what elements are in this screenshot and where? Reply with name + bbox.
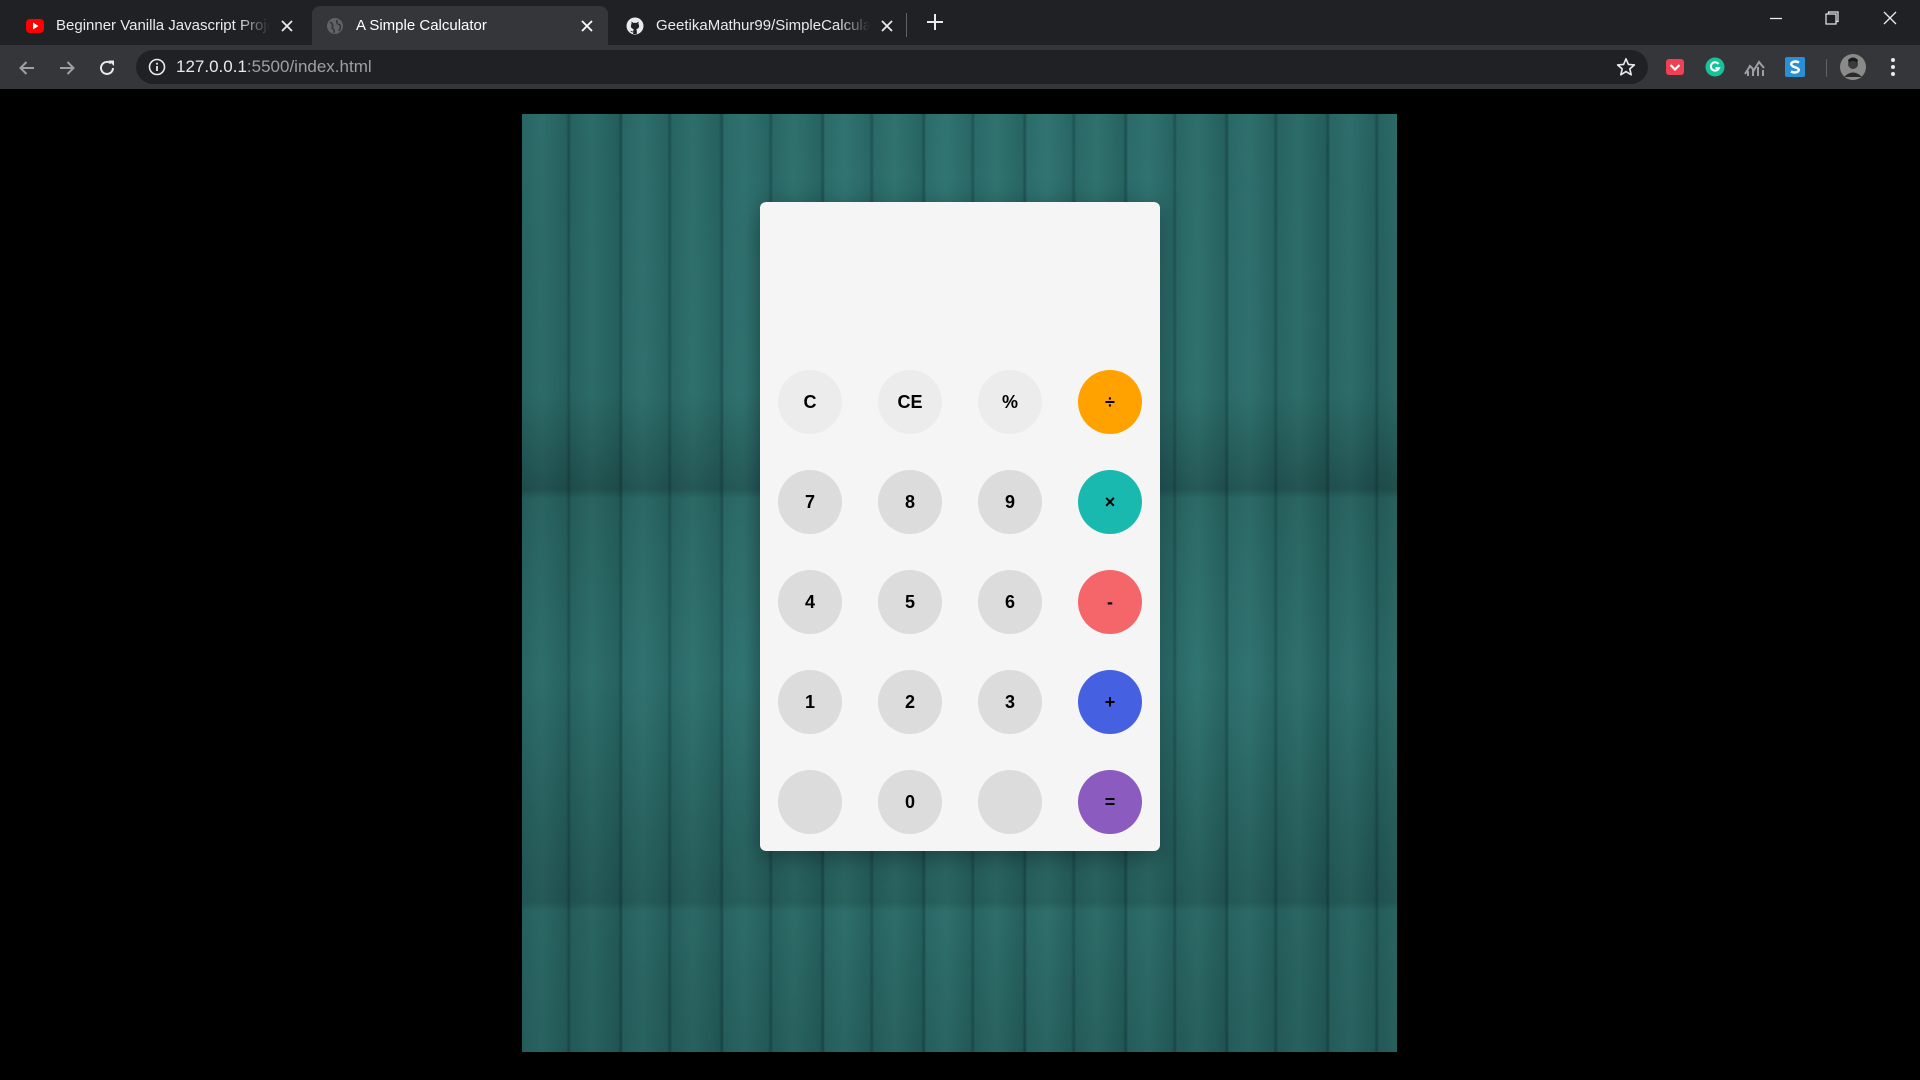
tab-youtube[interactable]: Beginner Vanilla Javascript Projec (12, 6, 308, 45)
browser-toolbar: 127.0.0.1:5500/index.html (0, 45, 1920, 90)
reload-icon (100, 60, 114, 75)
reload-button[interactable] (92, 53, 122, 83)
arrow-left-icon (19, 61, 34, 75)
tab-calculator[interactable]: A Simple Calculator (312, 6, 608, 45)
minimize-icon (1770, 17, 1782, 20)
percent-button[interactable]: % (978, 370, 1042, 434)
add-button[interactable]: + (1078, 670, 1142, 734)
restore-icon (1825, 11, 1839, 25)
tab-title: Beginner Vanilla Javascript Projec (56, 17, 270, 34)
clear-entry-button[interactable]: CE (878, 370, 942, 434)
close-tab-icon[interactable] (578, 17, 596, 35)
digit-3-button[interactable]: 3 (978, 670, 1042, 734)
s-extension-icon[interactable] (1784, 56, 1806, 78)
github-icon (626, 17, 644, 35)
calculator-display (778, 220, 1142, 370)
subtract-button[interactable]: - (1078, 570, 1142, 634)
forward-button[interactable] (52, 53, 82, 83)
grammarly-icon[interactable] (1704, 56, 1726, 78)
youtube-icon (26, 17, 44, 35)
blank-key-button[interactable] (778, 770, 842, 834)
url-text: 127.0.0.1:5500/index.html (176, 57, 372, 77)
pocket-icon[interactable] (1664, 56, 1686, 78)
digit-9-button[interactable]: 9 (978, 470, 1042, 534)
multiply-button[interactable]: × (1078, 470, 1142, 534)
digit-6-button[interactable]: 6 (978, 570, 1042, 634)
calculator: C CE% ÷ 7 8 9 × 4 5 6- 1 2 3 +0 = (760, 202, 1160, 851)
address-bar[interactable]: 127.0.0.1:5500/index.html (136, 50, 1648, 84)
blank-key-button[interactable] (978, 770, 1042, 834)
tab-strip: Beginner Vanilla Javascript Projec A Sim… (0, 0, 1920, 45)
page-viewport: C CE% ÷ 7 8 9 × 4 5 6- 1 2 3 +0 = (0, 90, 1920, 1080)
plus-icon (927, 14, 943, 30)
tab-github[interactable]: GeetikaMathur99/SimpleCalculat (612, 6, 908, 45)
tab-title: GeetikaMathur99/SimpleCalculat (656, 17, 870, 34)
digit-2-button[interactable]: 2 (878, 670, 942, 734)
new-tab-button[interactable] (921, 8, 949, 36)
digit-5-button[interactable]: 5 (878, 570, 942, 634)
close-tab-icon[interactable] (278, 17, 296, 35)
info-icon[interactable] (148, 58, 166, 76)
toolbar-separator (1826, 59, 1827, 77)
divide-button[interactable]: ÷ (1078, 370, 1142, 434)
digit-0-button[interactable]: 0 (878, 770, 942, 834)
digit-8-button[interactable]: 8 (878, 470, 942, 534)
analytics-icon[interactable] (1744, 56, 1766, 78)
bookmark-star-icon[interactable] (1616, 57, 1636, 77)
digit-4-button[interactable]: 4 (778, 570, 842, 634)
arrow-right-icon (60, 61, 75, 75)
close-tab-icon[interactable] (878, 17, 896, 35)
url-path: :5500/index.html (246, 57, 372, 76)
close-window-button[interactable] (1862, 0, 1918, 36)
minimize-button[interactable] (1748, 0, 1804, 36)
tab-separator (906, 13, 907, 37)
restore-button[interactable] (1804, 0, 1860, 36)
url-host: 127.0.0.1 (176, 57, 247, 76)
tab-title: A Simple Calculator (356, 17, 487, 34)
digit-1-button[interactable]: 1 (778, 670, 842, 734)
kebab-menu-icon[interactable] (1882, 56, 1904, 78)
close-icon (1883, 11, 1897, 25)
back-button[interactable] (12, 53, 42, 83)
globe-icon (326, 17, 344, 35)
equals-button[interactable]: = (1078, 770, 1142, 834)
digit-7-button[interactable]: 7 (778, 470, 842, 534)
clear-button[interactable]: C (778, 370, 842, 434)
profile-avatar[interactable] (1840, 54, 1866, 80)
